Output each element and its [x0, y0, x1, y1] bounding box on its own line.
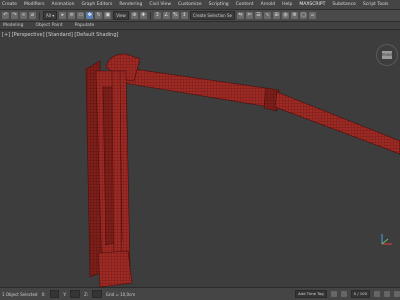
z-coord-field[interactable] — [92, 290, 102, 298]
menu-maxscript[interactable]: MAXSCRIPT — [299, 2, 325, 7]
y-label: Y: — [63, 291, 67, 297]
menu-create[interactable]: Create — [2, 2, 17, 7]
status-bar: 1 Object Selected X: Y: Z: Grid = 10,0cm… — [0, 287, 400, 300]
perspective-viewport[interactable]: [+] [Perspective] [Standard] [Default Sh… — [0, 31, 400, 287]
menu-customize[interactable]: Customize — [178, 2, 202, 7]
menu-arnold[interactable]: Arnold — [261, 2, 276, 7]
axis-tripod-icon — [381, 234, 392, 245]
region-select-icon[interactable]: ▭ — [77, 12, 85, 19]
align-icon[interactable]: ⊨ — [246, 12, 254, 19]
viewport-label[interactable]: [+] [Perspective] [Standard] [Default Sh… — [2, 32, 118, 38]
z-label: Z: — [84, 291, 89, 297]
redo-icon[interactable]: ↷ — [11, 12, 18, 19]
snap-toggle-icon[interactable]: 3 — [153, 12, 161, 19]
menu-rendering[interactable]: Rendering — [119, 2, 142, 7]
pivot-center-icon[interactable]: ⊕ — [130, 12, 138, 19]
menu-script-tools[interactable]: Script Tools — [363, 2, 389, 7]
toolbar-divider — [149, 11, 151, 20]
named-selection-set-field[interactable]: Create Selection Se — [189, 11, 236, 20]
percent-snap-icon[interactable]: % — [171, 12, 179, 19]
reference-coord-dropdown[interactable]: View — [113, 11, 129, 20]
schematic-view-icon[interactable]: ⊞ — [273, 12, 281, 19]
y-coord-field[interactable] — [70, 290, 81, 298]
ribbon-tabs: Modeling Object Paint Populate — [0, 22, 400, 30]
hinge-knuckle — [97, 250, 133, 287]
main-toolbar: ↶ ↷ ∞ ⌀ All ▾ ▸ ≡ ▭ ✥ ↻ ▣ View ⊕ ✚ 3 ∠ %… — [0, 10, 400, 22]
undo-icon[interactable]: ↶ — [2, 12, 9, 19]
render-icon[interactable]: ☕ — [309, 12, 317, 19]
selection-count: 1 Object Selected — [2, 291, 38, 297]
menu-substance[interactable]: Substance — [332, 2, 356, 7]
orbit-icon[interactable] — [384, 291, 390, 297]
menu-scripting[interactable]: Scripting — [209, 2, 229, 7]
next-frame-icon[interactable] — [340, 291, 347, 297]
menu-content[interactable]: Content — [236, 2, 254, 7]
menu-modifiers[interactable]: Modifiers — [24, 2, 45, 7]
handle-rod — [274, 91, 400, 155]
select-object-icon[interactable]: ▸ — [59, 12, 67, 19]
spinner-snap-icon[interactable]: ↕ — [180, 12, 188, 19]
menu-help[interactable]: Help — [282, 2, 292, 7]
render-frame-icon[interactable]: ▢ — [300, 12, 308, 19]
select-by-name-icon[interactable]: ≡ — [68, 12, 76, 19]
grid-size: Grid = 10,0cm — [105, 291, 136, 297]
mirror-icon[interactable]: ⇋ — [237, 12, 245, 19]
layers-icon[interactable]: ☰ — [255, 12, 263, 19]
select-move-icon[interactable]: ✥ — [86, 12, 94, 19]
x-coord-field[interactable] — [49, 290, 60, 298]
menu-animation[interactable]: Animation — [52, 2, 75, 7]
menu-civil-view[interactable]: Civil View — [149, 2, 171, 7]
play-icon[interactable] — [330, 291, 337, 297]
unlink-icon[interactable]: ⌀ — [29, 12, 36, 19]
viewcube-face[interactable]: FRONT — [382, 51, 392, 59]
material-editor-icon[interactable]: ◍ — [282, 12, 290, 19]
selection-filter-dropdown[interactable]: All ▾ — [43, 11, 58, 20]
tab-object-paint[interactable]: Object Paint — [35, 23, 62, 28]
frame-counter[interactable]: 0 / 100 — [350, 290, 370, 298]
tab-modeling[interactable]: Modeling — [3, 23, 23, 28]
add-time-tag-button[interactable]: Add Time Tag — [295, 290, 327, 298]
angle-snap-icon[interactable]: ∠ — [162, 12, 170, 19]
handle-bar — [119, 66, 273, 108]
menu-bar: Create Modifiers Animation Graph Editors… — [0, 0, 400, 10]
select-manipulate-icon[interactable]: ✚ — [139, 12, 147, 19]
curve-editor-icon[interactable]: ∿ — [264, 12, 272, 19]
maximize-viewport-icon[interactable] — [394, 291, 400, 297]
menu-graph-editors[interactable]: Graph Editors — [81, 2, 112, 7]
viewport-scene — [85, 53, 400, 287]
select-scale-icon[interactable]: ▣ — [104, 12, 112, 19]
zoom-icon[interactable] — [374, 291, 380, 297]
render-setup-icon[interactable]: ⚙ — [291, 12, 299, 19]
viewcube[interactable]: FRONT — [376, 44, 398, 66]
tab-populate[interactable]: Populate — [75, 23, 95, 28]
toolbar-divider — [39, 11, 40, 20]
link-icon[interactable]: ∞ — [20, 12, 27, 19]
pivot-pin — [111, 70, 123, 280]
select-rotate-icon[interactable]: ↻ — [95, 12, 103, 19]
x-label: X: — [41, 291, 46, 297]
